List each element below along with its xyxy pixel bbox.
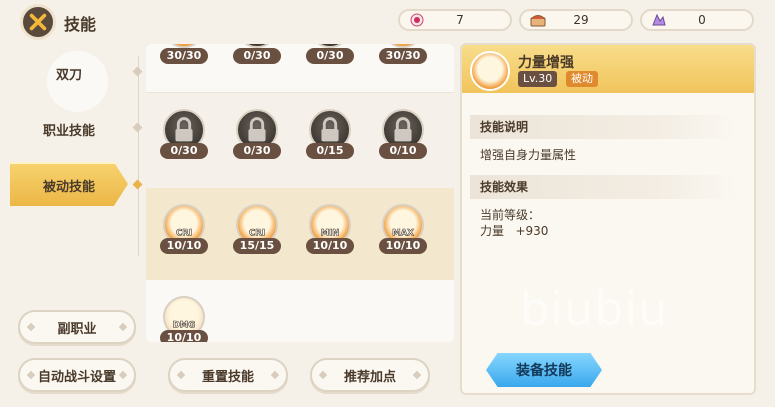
- tab-passive-skills[interactable]: 被动技能: [10, 162, 128, 206]
- skill-level: 10/10: [379, 238, 427, 254]
- skill-level: 10/10: [160, 330, 208, 342]
- skill-slot[interactable]: 0/30: [292, 44, 365, 92]
- description-section-header: 技能说明: [470, 115, 738, 139]
- close-icon: [29, 13, 47, 31]
- skill-level: 0/30: [306, 48, 354, 64]
- button-label: 重置技能: [201, 369, 254, 385]
- tab-label: 被动技能: [42, 179, 95, 195]
- svg-text:MIN: MIN: [321, 228, 340, 238]
- treasure-chest-icon: [527, 11, 549, 29]
- equip-skill-button[interactable]: 装备技能: [486, 353, 602, 387]
- skill-detail-panel: 力量增强 Lv.30 被动 技能说明 增强自身力量属性 技能效果 当前等级： 力…: [460, 43, 756, 395]
- skill-level: 0/30: [233, 143, 281, 159]
- skill-slot[interactable]: 0/30: [219, 44, 292, 92]
- skill-row: DMG 10/10: [146, 280, 454, 342]
- skill-level: 0/30: [160, 143, 208, 159]
- skill-level: 10/10: [160, 238, 208, 254]
- tab-label: 双刀: [55, 67, 82, 83]
- skill-slot[interactable]: 0/30: [219, 93, 292, 189]
- skill-slot[interactable]: 0/15: [292, 93, 365, 189]
- skill-slot[interactable]: DMG 10/10: [146, 280, 219, 342]
- skill-level: 30/30: [379, 48, 427, 64]
- skill-description: 增强自身力量属性: [480, 148, 577, 162]
- red-gem-icon: [406, 11, 428, 29]
- skill-level: 30/30: [160, 48, 208, 64]
- currency-chest[interactable]: 29: [519, 9, 633, 31]
- button-label: 推荐加点: [343, 369, 396, 385]
- tab-class-skills[interactable]: 职业技能: [10, 108, 128, 150]
- tab-label: 职业技能: [42, 123, 95, 139]
- recommended-points-button[interactable]: 推荐加点: [310, 358, 430, 392]
- skill-name: 力量增强: [518, 55, 574, 71]
- skill-slot[interactable]: MIN 10/10: [292, 188, 365, 280]
- tab-dual-blades[interactable]: 双刀: [10, 52, 128, 94]
- button-label: 副职业: [57, 321, 97, 337]
- skill-row: CRI 10/10 CRI 15/15 MIN 10/10 MAX 10/10: [146, 188, 454, 280]
- button-label: 自动战斗设置: [37, 369, 116, 385]
- auto-battle-settings-button[interactable]: 自动战斗设置: [18, 358, 136, 392]
- currency-crystal[interactable]: 0: [640, 9, 754, 31]
- skill-grid[interactable]: UP 30/30 0/30 0/30 UP 30/30 0/30 0/30 0/…: [146, 44, 454, 342]
- close-button[interactable]: [20, 4, 56, 40]
- skill-slot[interactable]: CRI 15/15: [219, 188, 292, 280]
- reset-skills-button[interactable]: 重置技能: [168, 358, 288, 392]
- skill-slot[interactable]: CRI 10/10: [146, 188, 219, 280]
- skill-row: 0/30 0/30 0/15 0/10: [146, 92, 454, 189]
- svg-text:CRI: CRI: [176, 228, 192, 238]
- skill-grid-footer: 重置技能 推荐加点: [146, 342, 454, 407]
- skill-level-badge: Lv.30: [518, 71, 558, 87]
- current-level-label: 当前等级：: [480, 208, 541, 222]
- skill-row: UP 30/30 0/30 0/30 UP 30/30: [146, 44, 454, 92]
- currency-value: 7: [456, 13, 464, 27]
- currency-value: 0: [698, 13, 706, 27]
- skill-level: 10/10: [306, 238, 354, 254]
- skill-slot[interactable]: MAX 10/10: [365, 188, 438, 280]
- strength-boost-skill-icon: [470, 51, 510, 91]
- currency-red-gem[interactable]: 7: [398, 9, 512, 31]
- svg-text:MAX: MAX: [392, 228, 414, 238]
- button-label: 装备技能: [516, 363, 572, 379]
- skill-slot[interactable]: 0/30: [146, 93, 219, 189]
- skill-level: 0/10: [379, 143, 427, 159]
- skill-level: 0/30: [233, 48, 281, 64]
- detail-header: 力量增强 Lv.30 被动: [462, 45, 754, 93]
- skill-slot[interactable]: UP 30/30: [146, 44, 219, 92]
- effect-section-header: 技能效果: [470, 175, 738, 199]
- skill-type-badge: 被动: [566, 71, 598, 87]
- skill-slot[interactable]: UP 30/30: [365, 44, 438, 92]
- skill-level: 15/15: [233, 238, 281, 254]
- page-title: 技能: [64, 15, 97, 34]
- effect-value: 力量 +930: [480, 224, 549, 238]
- skill-level: 0/15: [306, 143, 354, 159]
- currency-value: 29: [573, 13, 589, 27]
- purple-crystal-icon: [648, 11, 670, 29]
- sidebar-divider: [138, 56, 139, 256]
- watermark: biubiu: [520, 282, 669, 336]
- sub-class-button[interactable]: 副职业: [18, 310, 136, 344]
- skill-slot[interactable]: 0/10: [365, 93, 438, 189]
- svg-text:DMG: DMG: [173, 320, 196, 330]
- svg-text:CRI: CRI: [249, 228, 265, 238]
